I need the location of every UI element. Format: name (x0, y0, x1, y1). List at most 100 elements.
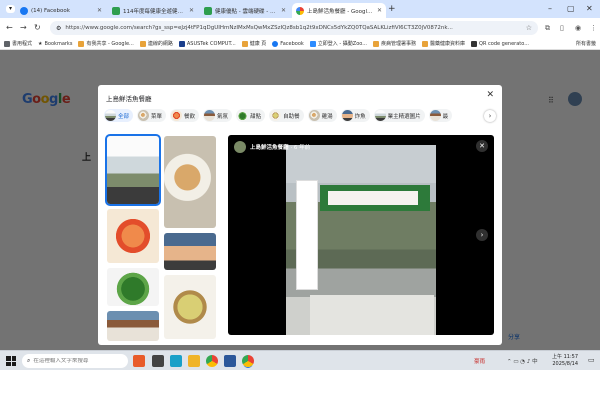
maximize-icon[interactable]: ▢ (567, 4, 575, 13)
star-icon[interactable]: ☆ (526, 24, 532, 32)
chip-thumbnail (341, 110, 353, 121)
photo-thumbnail[interactable] (107, 268, 159, 306)
task-view-icon[interactable] (152, 355, 164, 367)
modal-title: 上島鮮活魚餐廳 (106, 95, 152, 103)
chip-latest[interactable]: 最 (428, 109, 453, 122)
bookmark-item[interactable]: 健康 頁 (241, 40, 266, 47)
facebook-icon (20, 6, 28, 15)
bookmark-item[interactable]: ★ Bookmarks (38, 41, 72, 47)
file-explorer-icon[interactable] (188, 355, 200, 367)
menu-icon[interactable]: ⋮ (590, 24, 597, 32)
address-bar[interactable]: ⚙ https://www.google.com/search?gs_ssp=e… (50, 21, 538, 35)
extensions-icon[interactable]: ⧉ (545, 24, 550, 33)
folder-icon (422, 40, 429, 47)
sidebar-icon[interactable]: ▯ (560, 24, 564, 32)
chip-all[interactable]: 全部 (104, 109, 134, 122)
taskbar-search-input[interactable] (33, 358, 123, 364)
next-photo-icon[interactable]: › (476, 229, 488, 241)
bookmark-item[interactable]: 醫藥健康資料庫 (422, 40, 465, 47)
minimize-icon[interactable]: – (548, 4, 552, 13)
close-tab-icon[interactable]: ✕ (281, 7, 286, 14)
close-tab-icon[interactable]: ✕ (377, 7, 382, 14)
search-icon: ⌕ (27, 357, 31, 364)
chrome-icon[interactable] (206, 355, 218, 367)
weather-widget[interactable]: 豪雨 (474, 357, 485, 365)
system-tray-icons[interactable]: ⌃ ▭ ◔ ♪ 中 (507, 357, 538, 365)
photo-thumbnail[interactable] (107, 311, 159, 341)
qr-icon (471, 40, 478, 47)
chrome-active-icon[interactable] (242, 355, 254, 367)
site-info-icon[interactable]: ⚙ (56, 25, 61, 32)
chip-owner-photos[interactable]: 業主精選圖片 (373, 109, 425, 122)
apps-icon (4, 40, 10, 47)
photo-category-chips: 全部 菜單 餐飲 氣氛 甜點 自助餐 雞湯 炸魚 業主精選圖片 最 (104, 109, 496, 123)
bookmark-item[interactable]: QR code generato... (471, 40, 529, 47)
bookmark-item[interactable]: 有我共享 - Google... (78, 40, 134, 47)
close-window-icon[interactable]: ✕ (586, 4, 593, 13)
clock[interactable]: 上午 11:57 2025/8/14 (552, 354, 578, 368)
chip-thumbnail (374, 110, 386, 121)
forward-icon[interactable]: → (20, 23, 27, 32)
photo-viewer[interactable]: 上島鮮活魚餐廳 · 6 年前 ✕ › (228, 135, 494, 335)
chip-vibe[interactable]: 氣氛 (203, 109, 233, 122)
taskbar-search[interactable]: ⌕ (22, 354, 128, 368)
close-viewer-icon[interactable]: ✕ (476, 140, 488, 152)
word-icon[interactable] (224, 355, 236, 367)
green-doc-icon (204, 6, 212, 15)
photo-thumbnail[interactable] (107, 209, 159, 263)
bookmark-item[interactable]: Facebook (272, 40, 304, 47)
chip-fried-fish[interactable]: 炸魚 (340, 109, 370, 122)
chip-thumbnail (270, 110, 282, 121)
all-bookmarks-button[interactable]: 所有書籤 (576, 40, 596, 47)
folder-icon (373, 40, 379, 47)
chevron-right-icon[interactable]: › (484, 110, 496, 122)
toolbar: ← → ↻ ⚙ https://www.google.com/search?gs… (0, 18, 600, 38)
restaurant-sign (320, 185, 430, 211)
close-tab-icon[interactable]: ✕ (97, 7, 102, 14)
tab-health-course[interactable]: 114年度每健康全遊健康學期... ✕ (108, 3, 198, 18)
tab-google-search[interactable]: 上島鮮活魚餐廳 - Google 搜尋 ✕ (292, 3, 386, 18)
bookmark-item[interactable]: 立即登入 - 攝動Zoo... (309, 40, 367, 47)
chip-dessert[interactable]: 甜點 (236, 109, 266, 122)
photo-thumbnail[interactable] (164, 233, 216, 270)
chip-thumbnail (105, 110, 116, 121)
chip-buffet[interactable]: 自助餐 (269, 109, 304, 122)
game-app-icon[interactable] (133, 355, 145, 367)
photo-thumbnail[interactable] (164, 136, 216, 228)
new-tab-icon[interactable]: + (388, 4, 396, 14)
tab-drive[interactable]: 健康優點 - 雲端硬碟 - 健康優點... ✕ (200, 3, 290, 18)
chip-thumbnail (429, 110, 441, 121)
notification-icon[interactable]: ▭ (588, 356, 595, 364)
chip-chicken-soup[interactable]: 雞湯 (307, 109, 337, 122)
close-icon[interactable]: ✕ (486, 90, 494, 100)
bookmark-item[interactable]: 書用程式 (4, 40, 32, 47)
windows-taskbar: ⌕ 豪雨 ⌃ ▭ ◔ ♪ 中 上午 11:57 2025/8/14 ▭ (0, 350, 600, 370)
tab-search-icon[interactable]: ▾ (6, 5, 15, 13)
chip-thumbnail (237, 110, 249, 121)
chip-menu[interactable]: 菜單 (137, 109, 167, 122)
desktop-margin (0, 370, 600, 400)
vertical-sign (296, 180, 318, 290)
photo-thumbnail[interactable] (105, 134, 161, 206)
folder-icon (78, 40, 85, 47)
photo-thumbnail[interactable] (164, 275, 216, 339)
tab-facebook[interactable]: (14) Facebook ✕ (16, 3, 106, 18)
asus-icon (178, 40, 185, 47)
chip-thumbnail (171, 110, 183, 121)
chip-food[interactable]: 餐飲 (170, 109, 200, 122)
windows-start-icon[interactable] (6, 356, 16, 366)
back-icon[interactable]: ← (6, 23, 13, 32)
owner-avatar (234, 141, 246, 153)
close-tab-icon[interactable]: ✕ (189, 7, 194, 14)
bookmark-item[interactable]: ASUSTek COMPUT... (178, 40, 236, 47)
bookmark-item[interactable]: 疾病管理署事務 (373, 40, 416, 47)
profile-icon[interactable]: ◉ (575, 24, 581, 32)
bookmark-item[interactable]: 連線的網路 (139, 40, 173, 47)
reload-icon[interactable]: ↻ (34, 23, 41, 32)
chip-thumbnail (308, 110, 320, 121)
edge-icon[interactable] (170, 355, 182, 367)
facebook-icon (272, 40, 279, 47)
google-icon (296, 6, 304, 15)
url-text: https://www.google.com/search?gs_ssp=eJz… (65, 25, 453, 31)
green-doc-icon (112, 6, 120, 15)
